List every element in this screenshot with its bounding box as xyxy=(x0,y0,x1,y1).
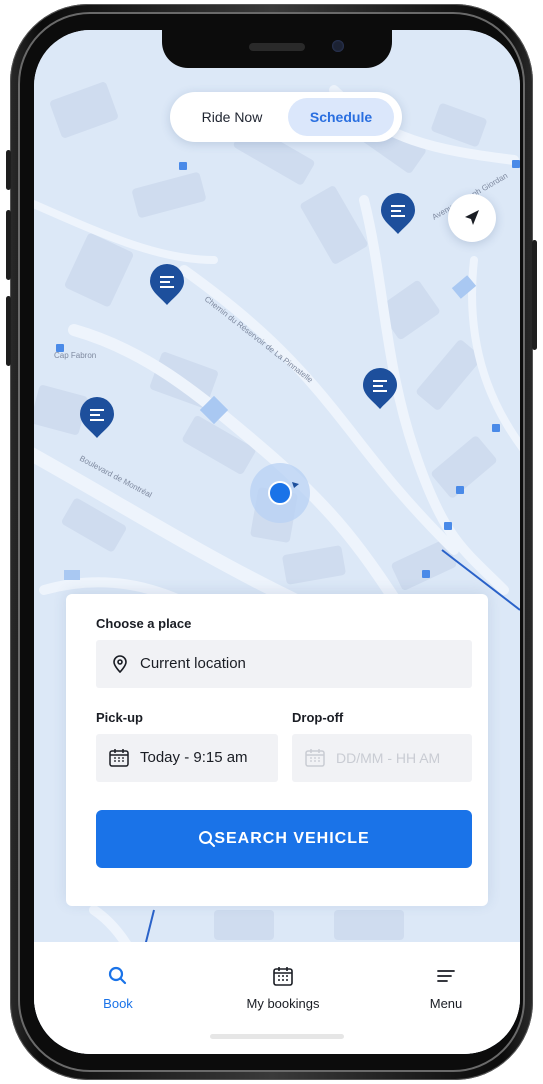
tab-menu-label: Menu xyxy=(429,996,463,1011)
phone-side-button xyxy=(6,150,11,190)
phone-power-button xyxy=(532,240,537,350)
recenter-location-button[interactable] xyxy=(448,194,496,242)
tab-book-label: Book xyxy=(103,996,133,1011)
menu-icon xyxy=(437,970,455,982)
pickup-datetime-input[interactable]: Today - 9:15 am xyxy=(96,734,278,782)
speaker-grille xyxy=(249,43,305,51)
phone-volume-down-button xyxy=(6,296,11,366)
tab-menu[interactable]: Menu xyxy=(386,956,506,1018)
search-icon xyxy=(108,966,127,985)
tab-my-bookings-label: My bookings xyxy=(246,996,320,1011)
schedule-tab[interactable]: Schedule xyxy=(288,98,394,136)
home-indicator xyxy=(210,1034,344,1039)
current-location-marker xyxy=(250,463,310,523)
phone-volume-up-button xyxy=(6,210,11,280)
location-pin-icon xyxy=(113,655,127,674)
phone-screen: Cap Fabron Chemin du Réservoir de La Pin… xyxy=(34,30,520,1054)
dropoff-datetime-input[interactable]: DD/MM - HH AM xyxy=(292,734,472,782)
front-camera xyxy=(332,40,344,52)
ride-mode-toggle: Ride Now Schedule xyxy=(170,92,402,142)
pickup-value: Today - 9:15 am xyxy=(140,749,248,766)
search-vehicle-label: SEARCH VEHICLE xyxy=(214,830,370,847)
calendar-icon xyxy=(273,967,293,986)
pickup-label: Pick-up xyxy=(96,710,143,725)
place-value: Current location xyxy=(140,655,246,672)
place-input[interactable]: Current location xyxy=(96,640,472,688)
navigation-arrow-icon xyxy=(465,210,479,225)
dropoff-placeholder: DD/MM - HH AM xyxy=(336,750,441,766)
calendar-icon xyxy=(305,749,325,767)
tab-book[interactable]: Book xyxy=(58,956,178,1018)
booking-card: Choose a place Current location Pick-up … xyxy=(66,594,488,906)
calendar-icon xyxy=(109,749,129,767)
phone-notch xyxy=(162,30,392,68)
ride-now-tab[interactable]: Ride Now xyxy=(178,98,286,136)
tab-my-bookings[interactable]: My bookings xyxy=(223,956,343,1018)
map-street-label: Cap Fabron xyxy=(54,351,96,360)
dropoff-label: Drop-off xyxy=(292,710,344,725)
choose-place-label: Choose a place xyxy=(96,616,192,631)
search-vehicle-button[interactable]: SEARCH VEHICLE xyxy=(96,810,472,868)
